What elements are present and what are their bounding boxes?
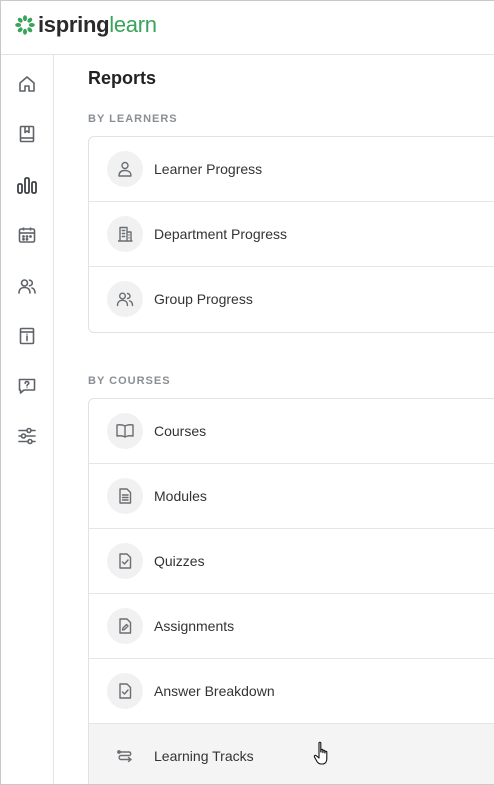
- app-window: ispringlearn Reports BY LEARNERS Learner…: [0, 0, 494, 785]
- row-icon-container: [107, 608, 143, 644]
- report-item-label: Department Progress: [154, 226, 288, 242]
- report-item-label: Learning Tracks: [154, 748, 254, 764]
- group-icon: [116, 292, 134, 307]
- report-item-answer-breakdown[interactable]: Answer Breakdown: [89, 659, 494, 724]
- report-item-group-progress[interactable]: Group Progress: [89, 267, 494, 332]
- info-board-icon: [19, 327, 35, 345]
- person-icon: [118, 161, 132, 177]
- hand-cursor-icon: [313, 741, 328, 765]
- assignment-pen-icon: [119, 618, 132, 634]
- track-route-icon: [117, 750, 132, 763]
- report-item-assignments[interactable]: Assignments: [89, 594, 494, 659]
- row-icon-container: [107, 543, 143, 579]
- top-bar: ispringlearn: [1, 1, 494, 55]
- report-item-label: Learner Progress: [154, 161, 263, 177]
- logo-text: ispringlearn: [38, 12, 157, 38]
- row-icon-container: [107, 738, 143, 774]
- report-item-label: Group Progress: [154, 291, 253, 307]
- row-icon-container: [107, 216, 143, 252]
- sidebar: [1, 55, 54, 784]
- quiz-check-icon: [119, 553, 132, 569]
- report-item-department-progress[interactable]: Department Progress: [89, 202, 494, 267]
- row-icon-container: [107, 478, 143, 514]
- question-chat-icon: [18, 378, 36, 394]
- ispring-spark-icon: [15, 15, 35, 35]
- sidebar-item-home[interactable]: [1, 64, 53, 104]
- row-icon-container: [107, 151, 143, 187]
- report-item-courses[interactable]: Courses: [89, 399, 494, 464]
- section-label-by-courses: BY COURSES: [88, 375, 171, 387]
- page-title: Reports: [88, 68, 157, 88]
- book-icon: [19, 125, 35, 143]
- sidebar-item-users[interactable]: [1, 266, 53, 306]
- row-icon-container: [107, 673, 143, 709]
- report-item-label: Assignments: [154, 618, 235, 634]
- report-item-learning-tracks[interactable]: Learning Tracks: [89, 724, 494, 784]
- report-item-modules[interactable]: Modules: [89, 464, 494, 529]
- settings-sliders-icon: [18, 427, 36, 445]
- calendar-icon: [18, 227, 36, 243]
- sidebar-item-info[interactable]: [1, 316, 53, 356]
- row-icon-container: [107, 413, 143, 449]
- sidebar-item-reports[interactable]: [1, 165, 53, 205]
- report-item-label: Courses: [154, 423, 207, 439]
- logo[interactable]: ispringlearn: [15, 12, 157, 38]
- logo-text-ispring: ispring: [38, 12, 110, 37]
- report-item-label: Answer Breakdown: [154, 683, 275, 699]
- sidebar-item-questions[interactable]: [1, 366, 53, 406]
- sidebar-item-courses[interactable]: [1, 114, 53, 154]
- open-book-icon: [116, 424, 134, 438]
- logo-text-learn: learn: [109, 12, 157, 37]
- courses-reports-card: Courses Modules Quizzes Assignments Answ…: [88, 398, 494, 784]
- report-item-label: Quizzes: [154, 553, 205, 569]
- report-item-label: Modules: [154, 488, 207, 504]
- main-content: Reports BY LEARNERS Learner Progress Dep…: [54, 56, 494, 784]
- report-item-quizzes[interactable]: Quizzes: [89, 529, 494, 594]
- reports-bar-chart-icon: [17, 177, 37, 194]
- answer-check-icon: [119, 683, 132, 699]
- document-icon: [119, 488, 132, 504]
- row-icon-container: [107, 281, 143, 317]
- home-icon: [19, 76, 35, 92]
- sidebar-item-calendar[interactable]: [1, 215, 53, 255]
- learners-reports-card: Learner Progress Department Progress Gro…: [88, 136, 494, 333]
- users-icon: [18, 279, 36, 294]
- section-label-by-learners: BY LEARNERS: [88, 113, 178, 125]
- building-icon: [118, 226, 133, 242]
- sidebar-item-settings[interactable]: [1, 416, 53, 456]
- report-item-learner-progress[interactable]: Learner Progress: [89, 137, 494, 202]
